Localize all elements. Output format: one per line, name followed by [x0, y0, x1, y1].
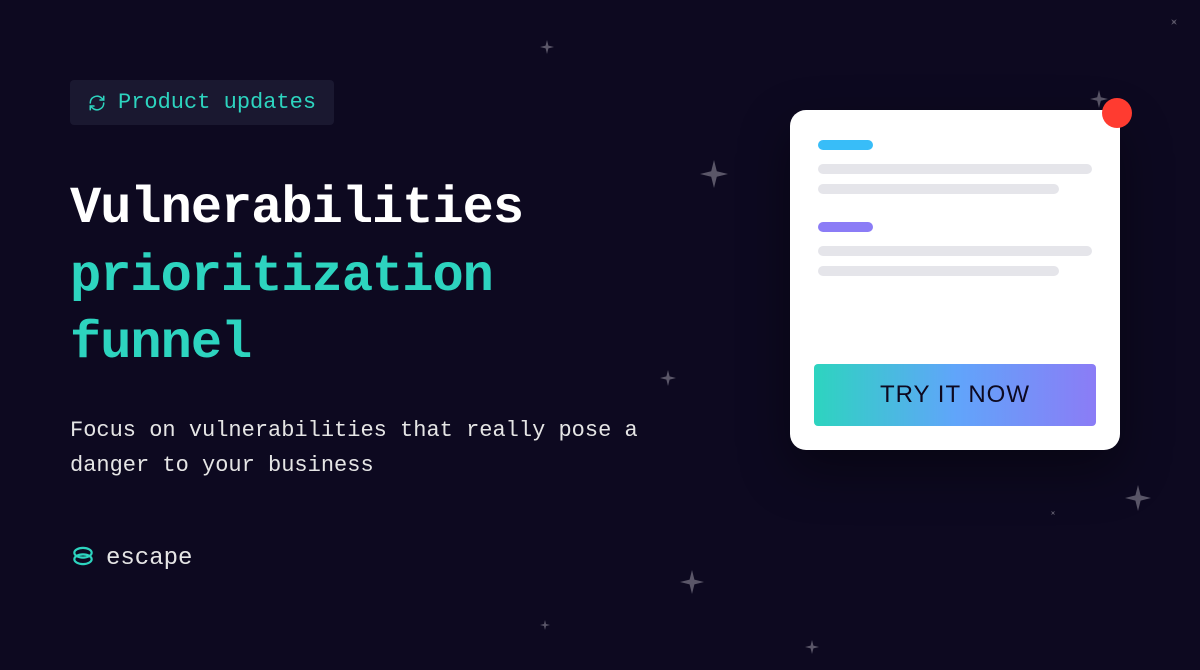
placeholder-line — [818, 266, 1059, 276]
title-line-3: funnel — [70, 314, 251, 373]
try-it-now-button[interactable]: TRY IT NOW — [814, 364, 1096, 426]
escape-logo-icon — [70, 543, 96, 574]
brand-name: escape — [106, 545, 192, 572]
placeholder-heading — [818, 222, 873, 232]
sparkle-icon — [540, 620, 550, 630]
placeholder-line — [818, 164, 1092, 174]
sparkle-icon — [805, 640, 819, 654]
placeholder-heading — [818, 140, 873, 150]
placeholder-line — [818, 246, 1092, 256]
category-badge: Product updates — [70, 80, 334, 125]
sparkle-icon — [1049, 509, 1057, 517]
brand-logo: escape — [70, 543, 670, 574]
placeholder-line — [818, 184, 1059, 194]
notification-dot-icon — [1102, 98, 1132, 128]
sparkle-icon — [680, 570, 704, 594]
hero-content: Product updates Vulnerabilities prioriti… — [70, 80, 670, 574]
cta-label: TRY IT NOW — [880, 381, 1030, 409]
sparkle-icon — [700, 160, 728, 188]
title-line-2: prioritization — [70, 247, 493, 306]
badge-label: Product updates — [118, 90, 316, 115]
preview-card: TRY IT NOW — [790, 110, 1120, 450]
subtitle: Focus on vulnerabilities that really pos… — [70, 413, 670, 483]
sparkle-icon — [1168, 16, 1179, 27]
sparkle-icon — [540, 40, 554, 54]
title-line-1: Vulnerabilities — [70, 179, 523, 238]
page-title: Vulnerabilities prioritization funnel — [70, 175, 670, 378]
sparkle-icon — [1125, 485, 1151, 511]
refresh-icon — [88, 94, 106, 112]
